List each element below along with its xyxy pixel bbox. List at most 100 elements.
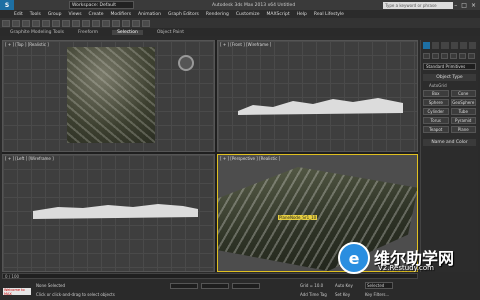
redo-icon[interactable]	[12, 19, 20, 27]
selection-status: None Selected	[36, 283, 66, 288]
motion-tab-icon[interactable]	[450, 42, 458, 49]
minimize-icon[interactable]: –	[454, 2, 457, 9]
space-warps-icon[interactable]	[468, 53, 475, 59]
menu-item[interactable]: Tools	[30, 12, 41, 17]
rotate-icon[interactable]	[72, 19, 80, 27]
shapes-icon[interactable]	[432, 53, 439, 59]
move-icon[interactable]	[62, 19, 70, 27]
search-input[interactable]: Type a keyword or phrase	[383, 1, 454, 9]
key-set-dropdown[interactable]: Selected	[365, 282, 393, 289]
viewport-top[interactable]: [ + ] [Top ] [Realistic ]	[2, 40, 215, 152]
watermark: e 维尔助学网 V2.Restudy.com	[338, 242, 468, 282]
menu-item[interactable]: Real Lifestyle	[314, 12, 344, 17]
maxscript-listener[interactable]: Welcome to MAX	[3, 288, 31, 296]
category-dropdown[interactable]: Standard Primitives	[423, 63, 476, 70]
command-panel-tabs	[421, 40, 478, 51]
watermark-url: V2.Restudy.com	[378, 264, 434, 272]
geometry-icon[interactable]	[423, 53, 430, 59]
select-icon[interactable]	[42, 19, 50, 27]
cameras-icon[interactable]	[450, 53, 457, 59]
scale-icon[interactable]	[82, 19, 90, 27]
menu-item[interactable]: MAXScript	[267, 12, 290, 17]
tab-selection[interactable]: Selection	[112, 29, 143, 35]
auto-key-button[interactable]: Auto Key	[335, 283, 353, 288]
object-type-buttons: Box Cone Sphere GeoSphere Cylinder Tube …	[421, 88, 478, 135]
undo-icon[interactable]	[2, 19, 10, 27]
terrain-mesh[interactable]	[67, 47, 155, 143]
tab-freeform[interactable]: Freeform	[78, 30, 98, 35]
render-icon[interactable]	[142, 19, 150, 27]
render-setup-icon[interactable]	[132, 19, 140, 27]
helpers-icon[interactable]	[459, 53, 466, 59]
create-tab-icon[interactable]	[423, 42, 431, 49]
main-toolbar	[0, 18, 480, 28]
set-key-button[interactable]: Set Key	[335, 292, 350, 297]
align-icon[interactable]	[112, 19, 120, 27]
viewport-label[interactable]: [ + ] [Perspective ] [Realistic ]	[220, 156, 280, 161]
window-controls: – □ ×	[454, 2, 476, 9]
mirror-icon[interactable]	[102, 19, 110, 27]
workspace-dropdown[interactable]: Workspace: Default	[69, 1, 134, 9]
name-color-rollout[interactable]: Name and Color	[423, 139, 476, 146]
maximize-icon[interactable]: □	[461, 2, 467, 9]
grid-size: Grid = 10.0	[300, 283, 324, 288]
viewport-label[interactable]: [ + ] [Top ] [Realistic ]	[5, 42, 49, 47]
select-by-name-icon[interactable]	[52, 19, 60, 27]
coordinate-fields	[170, 283, 260, 289]
viewport-left[interactable]: [ + ] [Left ] [Wireframe ]	[2, 154, 215, 272]
menu-item[interactable]: Create	[89, 12, 104, 17]
z-coordinate-field[interactable]	[232, 283, 260, 289]
utilities-tab-icon[interactable]	[468, 42, 477, 49]
menu-bar: Edit Tools Group Views Create Modifiers …	[14, 10, 480, 18]
ribbon-tabs: Graphite Modeling Tools Freeform Selecti…	[0, 28, 480, 36]
tube-button[interactable]: Tube	[450, 108, 476, 115]
terrain-profile	[33, 204, 198, 219]
menu-item[interactable]: Animation	[138, 12, 161, 17]
menu-item[interactable]: Group	[48, 12, 62, 17]
menu-item[interactable]: Modifiers	[111, 12, 132, 17]
box-button[interactable]: Box	[423, 90, 449, 97]
lights-icon[interactable]	[441, 53, 448, 59]
prompt-line: Click or click-and-drag to select object…	[36, 292, 115, 297]
terrain-profile	[238, 98, 403, 115]
viewcube-icon[interactable]	[178, 55, 194, 71]
pyramid-button[interactable]: Pyramid	[450, 117, 476, 124]
menu-item[interactable]: Graph Editors	[168, 12, 199, 17]
teapot-button[interactable]: Teapot	[423, 126, 449, 133]
key-filters-button[interactable]: Key Filters...	[365, 292, 389, 297]
menu-item[interactable]: Views	[69, 12, 82, 17]
cylinder-button[interactable]: Cylinder	[423, 108, 449, 115]
menu-item[interactable]: Rendering	[206, 12, 229, 17]
tab-graphite-modeling[interactable]: Graphite Modeling Tools	[10, 30, 64, 35]
hierarchy-tab-icon[interactable]	[441, 42, 449, 49]
add-time-tag-button[interactable]: Add Time Tag	[300, 292, 327, 297]
menu-item[interactable]: Help	[297, 12, 307, 17]
cone-button[interactable]: Cone	[450, 90, 476, 97]
app-logo-icon[interactable]: S	[0, 0, 14, 10]
status-bar: Welcome to MAX None Selected Click or cl…	[0, 280, 480, 300]
object-type-rollout[interactable]: Object Type	[423, 74, 476, 81]
plane-button[interactable]: Plane	[450, 126, 476, 133]
watermark-logo-icon: e	[338, 242, 370, 274]
unlink-icon[interactable]	[32, 19, 40, 27]
link-icon[interactable]	[22, 19, 30, 27]
y-coordinate-field[interactable]	[201, 283, 229, 289]
menu-item[interactable]: Customize	[236, 12, 260, 17]
torus-button[interactable]: Torus	[423, 117, 449, 124]
x-coordinate-field[interactable]	[170, 283, 198, 289]
create-category-icons	[421, 51, 478, 61]
geosphere-button[interactable]: GeoSphere	[450, 99, 476, 106]
menu-item[interactable]: Edit	[14, 12, 23, 17]
display-tab-icon[interactable]	[459, 42, 467, 49]
sphere-button[interactable]: Sphere	[423, 99, 449, 106]
window-title: Autodesk 3ds Max 2013 x64 Untitled	[212, 2, 296, 8]
viewport-front[interactable]: [ + ] [Front ] [Wireframe ]	[217, 40, 418, 152]
title-bar: S Workspace: Default Autodesk 3ds Max 20…	[0, 0, 480, 10]
snap-icon[interactable]	[92, 19, 100, 27]
tab-object-paint[interactable]: Object Paint	[157, 30, 184, 35]
app-window: S Workspace: Default Autodesk 3ds Max 20…	[0, 0, 480, 300]
modify-tab-icon[interactable]	[432, 42, 440, 49]
material-editor-icon[interactable]	[122, 19, 130, 27]
close-icon[interactable]: ×	[471, 2, 476, 9]
viewport-area: [ + ] [Top ] [Realistic ] [ + ] [Front ]…	[2, 40, 418, 272]
